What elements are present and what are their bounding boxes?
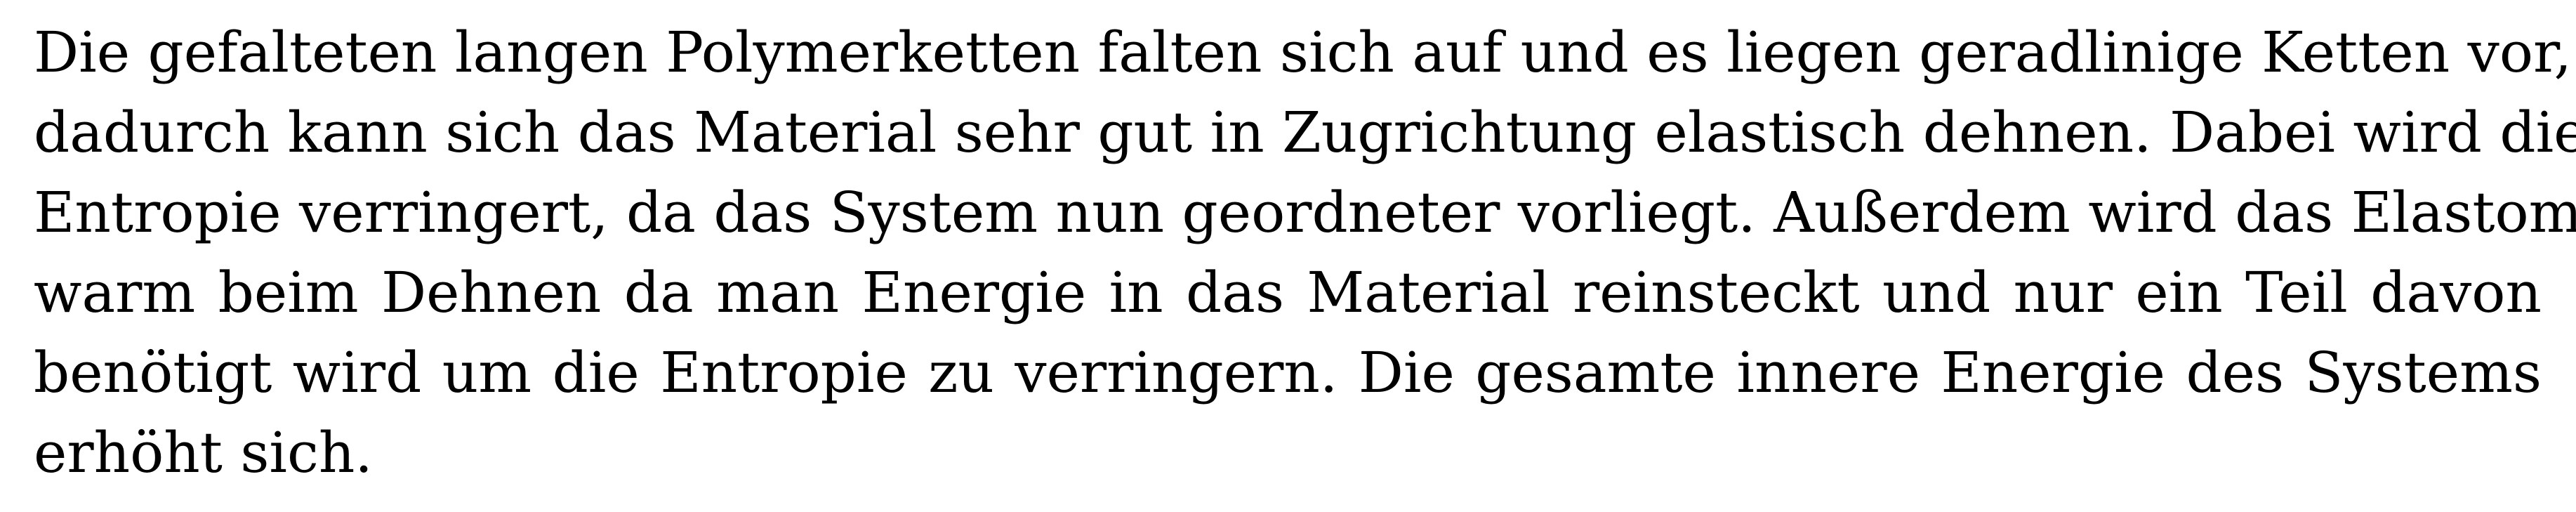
paragraph-line-6: erhöht sich.	[34, 420, 373, 485]
document-page: Die gefalteten langen Polymerketten falt…	[0, 0, 2576, 512]
paragraph-line-5: benötigt wird um die Entropie zu verring…	[34, 340, 2542, 405]
paragraph-line-2: dadurch kann sich das Material sehr gut …	[34, 100, 2576, 165]
body-paragraph: Die gefalteten langen Polymerketten falt…	[34, 13, 2576, 493]
paragraph-line-4: warm beim Dehnen da man Energie in das M…	[34, 260, 2542, 325]
paragraph-line-3: Entropie verringert, da das System nun g…	[34, 180, 2576, 245]
paragraph-line-1: Die gefalteten langen Polymerketten falt…	[34, 20, 2572, 85]
